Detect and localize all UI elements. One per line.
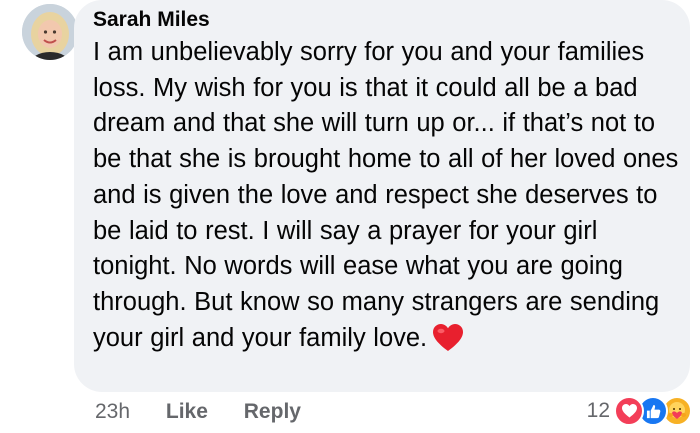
comment-body: I am unbelievably sorry for you and your… (93, 38, 679, 352)
avatar[interactable] (22, 4, 78, 60)
reaction-count: 12 (586, 399, 610, 422)
author-name[interactable]: Sarah Miles (93, 8, 210, 32)
comment: Sarah Miles I am unbelievably sorry for … (0, 0, 700, 433)
comment-actions: 23h Like Reply (95, 400, 301, 424)
timestamp[interactable]: 23h (95, 400, 130, 424)
profile-photo (22, 4, 78, 60)
comment-text: I am unbelievably sorry for you and your… (93, 35, 681, 362)
reply-button[interactable]: Reply (244, 400, 301, 424)
reactions-summary[interactable]: 12 (587, 396, 692, 426)
love-icon (614, 396, 644, 426)
heart-emoji-icon (433, 323, 464, 363)
like-button[interactable]: Like (166, 400, 208, 424)
